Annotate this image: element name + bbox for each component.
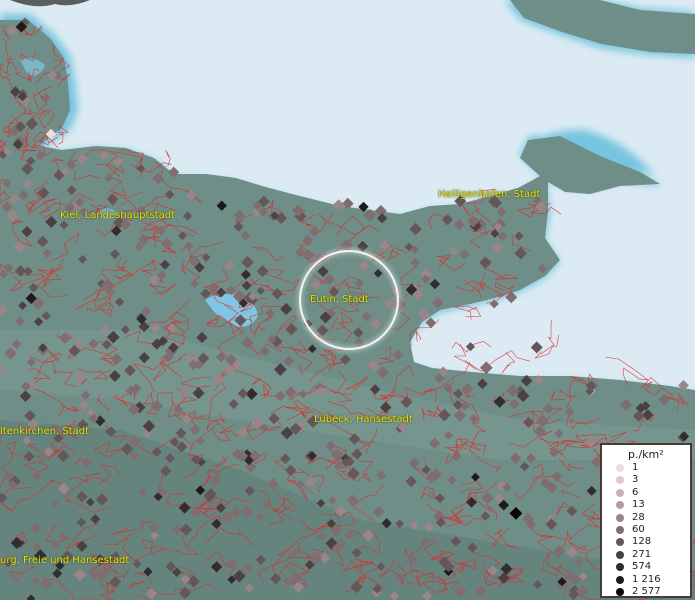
legend-label: 3: [632, 474, 639, 486]
legend-label: 271: [632, 548, 652, 560]
legend-title: p./km²: [628, 448, 664, 461]
legend-swatch: [616, 501, 624, 510]
label-heiligenhafen[interactable]: Heiligenhafen, Stadt: [438, 189, 540, 200]
legend-label: 13: [632, 499, 645, 511]
legend-item: 1 216: [616, 573, 661, 586]
legend-swatch: [616, 550, 624, 559]
legend-swatch: [616, 538, 624, 547]
legend-swatch: [616, 575, 624, 584]
map-legend: p./km² 1 3 6 13 28 60 128 271 574 1 216 2 577: [600, 443, 692, 598]
legend-label: 574: [632, 561, 652, 573]
legend-swatch: [616, 476, 624, 485]
legend-label: 28: [632, 511, 645, 523]
label-luebeck[interactable]: Lübeck, Hansestadt: [314, 414, 413, 425]
legend-swatch: [616, 588, 624, 596]
legend-label: 128: [632, 536, 652, 548]
legend-item: 13: [616, 499, 645, 511]
legend-label: 1 216: [632, 573, 661, 585]
label-hamburg[interactable]: urg, Freie und Hansestadt: [0, 555, 129, 566]
legend-item: 574: [616, 561, 652, 573]
map-canvas[interactable]: Heiligenhafen, Stadt Kiel, Landeshauptst…: [0, 0, 695, 600]
label-kiel[interactable]: Kiel, Landeshauptstadt: [60, 210, 175, 221]
legend-label: 6: [632, 486, 639, 498]
legend-swatch: [616, 488, 624, 497]
legend-label: 60: [632, 524, 645, 535]
legend-item: 2 577: [616, 586, 661, 598]
legend-label: 1: [632, 462, 639, 473]
legend-item: 1: [616, 462, 639, 474]
legend-item: 28: [616, 511, 645, 524]
label-altenkirchen[interactable]: ltenkirchen, Stadt: [0, 426, 89, 437]
legend-swatch: [616, 526, 624, 534]
legend-swatch: [616, 563, 624, 572]
legend-swatch: [616, 464, 624, 472]
label-eutin[interactable]: Eutin, Stadt: [310, 294, 369, 305]
legend-item: 3: [616, 474, 639, 486]
legend-item: 128: [616, 536, 652, 548]
legend-item: 6: [616, 486, 639, 499]
legend-item: 60: [616, 524, 645, 536]
legend-item: 271: [616, 548, 652, 561]
legend-swatch: [616, 513, 624, 522]
legend-label: 2 577: [632, 586, 661, 597]
